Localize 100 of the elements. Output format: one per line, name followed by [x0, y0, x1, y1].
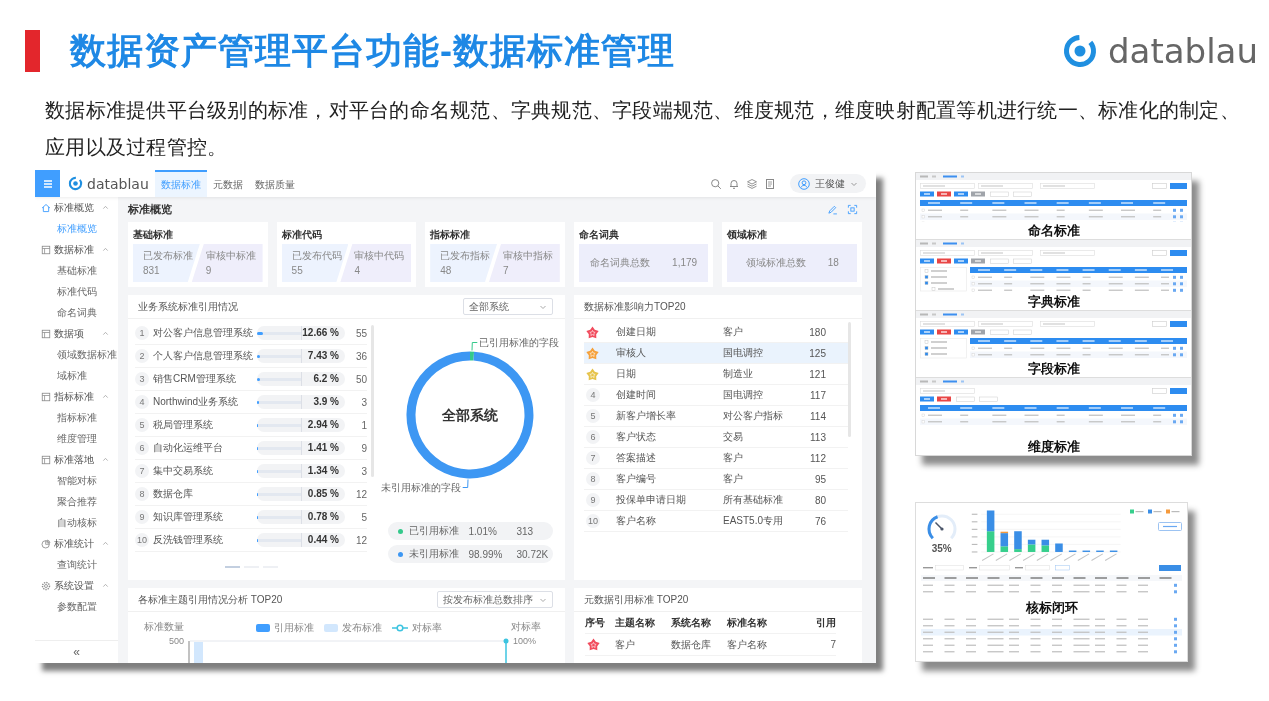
usage-count: 113	[809, 431, 826, 443]
logo-icon	[1062, 33, 1098, 69]
column-header: 序号	[585, 615, 606, 630]
screenshot-caption: 字典标准	[1027, 293, 1080, 310]
nav-tab[interactable]: 数据质量	[248, 170, 301, 197]
user-menu[interactable]: 王俊健	[790, 174, 866, 193]
menu-button[interactable]	[35, 170, 60, 197]
usage-count: 112	[809, 452, 826, 464]
leader-line	[462, 479, 469, 488]
system-name: 自动化运维平台	[153, 441, 224, 455]
usage-count: 50	[354, 373, 367, 385]
legend-label: 发布标准	[341, 622, 382, 634]
system-name: 集中交易系统	[153, 464, 214, 478]
usage-count: 12	[354, 488, 367, 500]
chart-bar	[1014, 531, 1023, 552]
stat-label: 审核中指标	[503, 249, 554, 262]
percent-value: 0.44 %	[301, 533, 345, 547]
field-name: 审核人	[616, 346, 647, 360]
sidebar-item[interactable]: 智能对标	[35, 470, 118, 491]
rank-number: 8	[135, 487, 149, 501]
logo-wordmark: datablau	[1108, 31, 1258, 71]
stat-value: 1,179	[672, 257, 698, 269]
slice-label: 未引用标准的字段	[380, 482, 461, 493]
sidebar-item[interactable]: 参数配置	[35, 596, 118, 617]
fullscreen-icon[interactable]	[847, 204, 858, 215]
chevron-up-icon[interactable]	[102, 582, 109, 589]
chevron-up-icon[interactable]	[102, 456, 109, 463]
dropdown[interactable]: 按发布标准总数排序	[437, 591, 553, 608]
chart-bar	[194, 642, 203, 663]
list-row[interactable]: 4 创建时间 国电调控 117	[584, 385, 848, 406]
clipboard-icon[interactable]	[764, 177, 776, 190]
search-icon[interactable]	[710, 177, 722, 190]
window-icon	[41, 244, 51, 255]
sidebar-item[interactable]: 聚合推荐	[35, 491, 118, 512]
legend-label: 未引用标准	[408, 547, 460, 561]
sidebar-item[interactable]: 标准代码	[35, 281, 118, 302]
sidebar-item[interactable]: 基础标准	[35, 260, 118, 281]
system-name: 销售CRM管理系统	[153, 372, 237, 386]
logo-icon	[68, 176, 83, 191]
percent-value: 1.41 %	[301, 441, 345, 455]
list-row[interactable]: 7 答案描述 客户 112	[584, 448, 848, 469]
edit-icon[interactable]	[827, 204, 838, 215]
usage-count: 12	[354, 534, 367, 546]
window-icon	[41, 391, 51, 402]
chevron-up-icon[interactable]	[102, 246, 109, 253]
usage-count: 9	[360, 442, 367, 454]
legend-percent: 1.01%	[468, 525, 498, 537]
rank-number: 9	[586, 493, 600, 507]
rank-number: 3	[135, 372, 149, 386]
chart-axis	[188, 640, 190, 663]
dropdown[interactable]: 全部系统	[463, 298, 553, 315]
stat-label: 命名词典总数	[590, 257, 651, 269]
rank-number: 5	[135, 418, 149, 432]
sidebar-item[interactable]: 查询统计	[35, 554, 118, 575]
sidebar-group[interactable]: 数据标准	[41, 242, 94, 257]
sidebar-item[interactable]: 领域数据标准	[35, 344, 118, 365]
bell-icon[interactable]	[728, 177, 740, 190]
nav-tab[interactable]: 元数据	[206, 170, 249, 197]
axis-tick-label: 100%	[512, 635, 538, 648]
layers-icon[interactable]	[746, 177, 758, 190]
chevron-up-icon[interactable]	[102, 330, 109, 337]
description-text: 数据标准提供平台级别的标准，对平台的命名规范、字典规范、字段端规范、维度规范，维度映射配置等机进行统一、标准化的制定、应用以及过程管控。	[45, 98, 1241, 160]
usage-count: 180	[808, 326, 826, 338]
sidebar-item[interactable]: 命名词典	[35, 302, 118, 323]
sidebar-group[interactable]: 标准统计	[41, 536, 94, 551]
settings-icon	[41, 580, 51, 591]
chart-bar	[987, 510, 995, 552]
sidebar-group[interactable]: 系统设置	[41, 578, 94, 593]
sidebar-item[interactable]: 域标准	[35, 365, 118, 386]
chevron-up-icon[interactable]	[102, 204, 109, 211]
percent-value: 12.66 %	[301, 326, 345, 340]
sidebar-item[interactable]: 自动核标	[35, 512, 118, 533]
chevron-up-icon[interactable]	[102, 540, 109, 547]
list-row[interactable]: 6 客户状态 交易 113	[584, 427, 848, 448]
list-row[interactable]: 日期 制造业 121	[584, 364, 848, 385]
usage-count: 1	[360, 419, 367, 431]
list-row[interactable]: 8 客户编号 客户 95	[584, 469, 848, 490]
field-name: 投保单申请日期	[616, 493, 687, 507]
sidebar-item[interactable]: 指标标准	[35, 407, 118, 428]
list-row[interactable]: 10 客户名称 EAST5.0专用 76	[584, 511, 848, 532]
list-row[interactable]: 9 投保单申请日期 所有基础标准 80	[584, 490, 848, 511]
list-row[interactable]: 5 新客户增长率 对公客户指标 114	[584, 406, 848, 427]
sidebar-group[interactable]: 标准落地	[41, 452, 94, 467]
sidebar-group[interactable]: 指标标准	[41, 389, 94, 404]
card-title: 基础标准	[133, 229, 174, 241]
window-icon	[41, 328, 51, 339]
chevron-up-icon[interactable]	[102, 393, 109, 400]
usage-count: 117	[809, 389, 826, 401]
list-row[interactable]: 审核人 国电调控 125	[584, 343, 848, 364]
collapse-button[interactable]: «	[69, 645, 84, 659]
page-indicator[interactable]	[224, 566, 240, 568]
sidebar-group[interactable]: 标准概览	[41, 200, 94, 215]
sidebar-item[interactable]: 维度管理	[35, 428, 118, 449]
rank-number: 1	[135, 326, 149, 340]
chart-bar	[1001, 531, 1009, 552]
sidebar-group[interactable]: 数据项	[41, 326, 84, 341]
screenshot-caption: 字段标准	[1027, 360, 1080, 377]
system-name: 个人客户信息管理系统	[153, 349, 253, 363]
screenshot-caption: 命名标准	[1027, 222, 1080, 239]
panel-title: 元数据引用标准 TOP20	[584, 592, 689, 607]
